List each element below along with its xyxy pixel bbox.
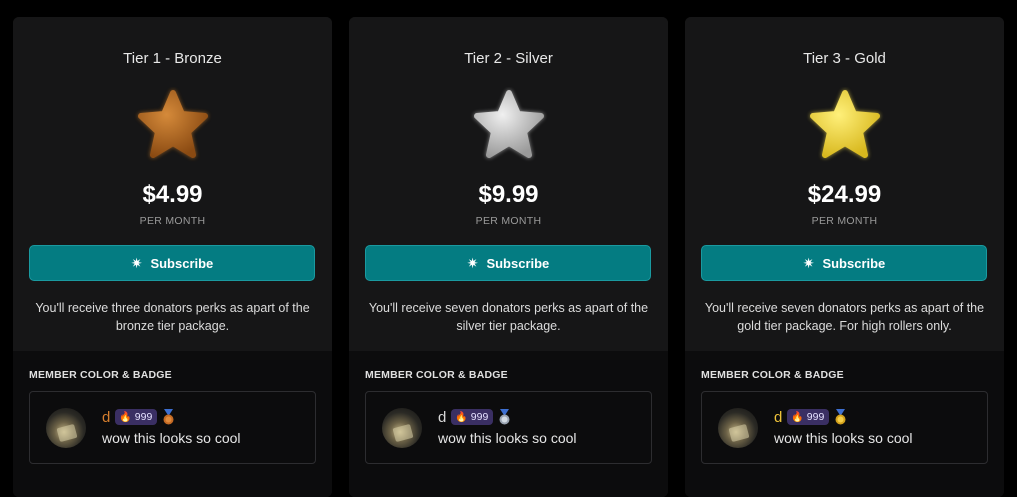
flame-icon: 🔥 xyxy=(455,411,468,423)
billing-period: PER MONTH xyxy=(811,215,878,227)
member-preview: d 🔥 999 wow this looks so cool xyxy=(29,391,316,464)
bronze-medal-icon xyxy=(163,409,174,425)
avatar xyxy=(718,408,758,448)
name-row: d 🔥 999 xyxy=(774,408,847,426)
subscribe-label: Subscribe xyxy=(822,255,886,271)
tier-description: You'll receive seven donators perks as a… xyxy=(704,301,985,333)
subscribe-label: Subscribe xyxy=(486,255,550,271)
subscribe-label: Subscribe xyxy=(150,255,214,271)
gold-star-icon xyxy=(809,90,880,158)
tier-title: Tier 3 - Gold xyxy=(803,50,886,67)
member-preview: d 🔥 999 wow this looks so cool xyxy=(701,391,988,464)
level-badge: 🔥 999 xyxy=(451,409,494,425)
preview-username: d xyxy=(774,408,783,426)
tier-title: Tier 2 - Silver xyxy=(464,50,553,67)
tier-card-bronze: Tier 1 - Bronze $4.99 PER MONTH ✷ Subscr… xyxy=(13,17,332,497)
subscribe-button[interactable]: ✷ Subscribe xyxy=(29,245,315,281)
badge-count: 999 xyxy=(806,411,825,423)
tier-title: Tier 1 - Bronze xyxy=(123,50,222,67)
preview-username: d xyxy=(102,408,111,426)
tier-card-gold: Tier 3 - Gold $24.99 PER MONTH ✷ Subscri… xyxy=(685,17,1004,497)
billing-period: PER MONTH xyxy=(475,215,542,227)
gold-medal-icon xyxy=(835,409,846,425)
section-label: MEMBER COLOR & BADGE xyxy=(701,369,844,381)
preview-username: d xyxy=(438,408,447,426)
bronze-star-icon xyxy=(137,90,208,158)
tier-card-silver: Tier 2 - Silver $9.99 PER MONTH ✷ Subscr… xyxy=(349,17,668,497)
section-label: MEMBER COLOR & BADGE xyxy=(29,369,172,381)
tier-description: You'll receive three donators perks as a… xyxy=(35,301,310,333)
badge-count: 999 xyxy=(470,411,489,423)
member-preview: d 🔥 999 wow this looks so cool xyxy=(365,391,652,464)
subscribe-button[interactable]: ✷ Subscribe xyxy=(365,245,651,281)
preview-message: wow this looks so cool xyxy=(102,430,241,446)
badge-count: 999 xyxy=(134,411,153,423)
tier-description: You'll receive seven donators perks as a… xyxy=(368,301,649,333)
sparkle-icon: ✷ xyxy=(130,255,143,271)
name-row: d 🔥 999 xyxy=(102,408,175,426)
section-label: MEMBER COLOR & BADGE xyxy=(365,369,508,381)
sparkle-icon: ✷ xyxy=(802,255,815,271)
silver-medal-icon xyxy=(499,409,510,425)
flame-icon: 🔥 xyxy=(791,411,804,423)
flame-icon: 🔥 xyxy=(119,411,132,423)
preview-message: wow this looks so cool xyxy=(774,430,913,446)
level-badge: 🔥 999 xyxy=(787,409,830,425)
level-badge: 🔥 999 xyxy=(115,409,158,425)
tier-price: $4.99 xyxy=(142,181,203,208)
preview-message: wow this looks so cool xyxy=(438,430,577,446)
sparkle-icon: ✷ xyxy=(466,255,479,271)
name-row: d 🔥 999 xyxy=(438,408,511,426)
avatar xyxy=(46,408,86,448)
billing-period: PER MONTH xyxy=(139,215,206,227)
silver-star-icon xyxy=(473,90,544,158)
tier-price: $24.99 xyxy=(807,181,882,208)
subscribe-button[interactable]: ✷ Subscribe xyxy=(701,245,987,281)
avatar xyxy=(382,408,422,448)
tier-price: $9.99 xyxy=(478,181,539,208)
